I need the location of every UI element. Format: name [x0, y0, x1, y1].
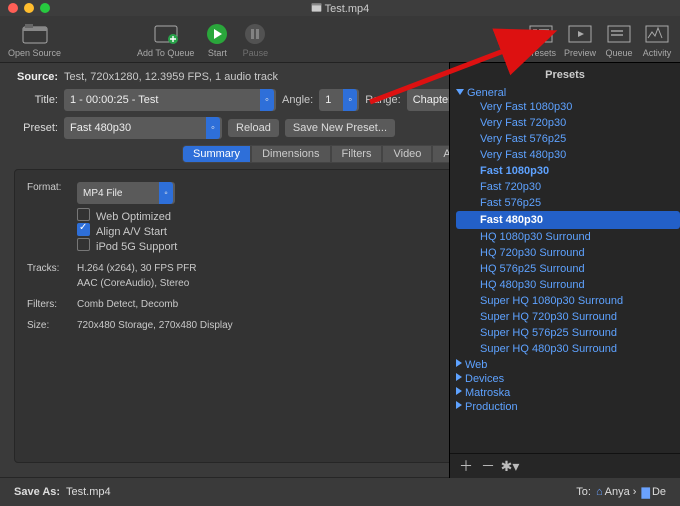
- saveas-label: Save As:: [14, 486, 66, 498]
- preset-group-web[interactable]: Web: [456, 359, 680, 371]
- preset-item[interactable]: Very Fast 1080p30: [456, 99, 680, 115]
- tab-summary[interactable]: Summary: [182, 145, 251, 163]
- pause-button[interactable]: Pause: [240, 21, 270, 58]
- preset-item[interactable]: HQ 576p25 Surround: [456, 261, 680, 277]
- angle-select[interactable]: 1◦: [319, 89, 359, 111]
- preset-group-production[interactable]: Production: [456, 401, 680, 413]
- size-value: 720x480 Storage, 270x480 Display: [77, 320, 233, 331]
- preset-item[interactable]: Super HQ 1080p30 Surround: [456, 293, 680, 309]
- preset-item[interactable]: Very Fast 576p25: [456, 131, 680, 147]
- chevron-updown-icon: ◦: [260, 89, 274, 111]
- add-to-queue-button[interactable]: Add To Queue: [137, 21, 194, 58]
- saveas-value[interactable]: Test.mp4: [66, 486, 111, 498]
- preview-button[interactable]: Preview: [564, 21, 596, 58]
- folder-icon: ▇: [641, 486, 649, 499]
- reload-button[interactable]: Reload: [228, 119, 279, 137]
- preset-group-general[interactable]: General: [456, 87, 680, 99]
- preset-select[interactable]: Fast 480p30◦: [64, 117, 222, 139]
- filters-value: Comb Detect, Decomb: [77, 299, 178, 310]
- traffic-lights: [8, 3, 50, 13]
- preset-item[interactable]: HQ 480p30 Surround: [456, 277, 680, 293]
- home-icon: ⌂: [596, 486, 603, 498]
- tracks-value: H.264 (x264), 30 FPS PFR: [77, 263, 197, 274]
- to-folder[interactable]: De: [652, 486, 666, 498]
- titlebar: Test.mp4: [0, 0, 680, 16]
- angle-label: Angle:: [282, 94, 313, 106]
- presets-panel: Presets GeneralVery Fast 1080p30Very Fas…: [449, 62, 680, 478]
- preset-item[interactable]: Fast 576p25: [456, 195, 680, 211]
- preset-item[interactable]: Fast 720p30: [456, 179, 680, 195]
- minimize-icon[interactable]: [24, 3, 34, 13]
- bottom-bar: Save As: Test.mp4 To: ⌂ Anya › ▇ De: [0, 477, 680, 506]
- window-title: Test.mp4: [325, 3, 370, 15]
- preset-item[interactable]: Fast 480p30: [456, 211, 680, 229]
- preset-gear-button[interactable]: ✱▾: [500, 457, 520, 475]
- preset-item[interactable]: Fast 1080p30: [456, 163, 680, 179]
- presets-button[interactable]: Presets: [525, 21, 556, 58]
- preset-add-button[interactable]: ＋: [456, 457, 476, 475]
- tab-filters[interactable]: Filters: [331, 145, 383, 163]
- zoom-icon[interactable]: [40, 3, 50, 13]
- tab-video[interactable]: Video: [382, 145, 432, 163]
- range-label: Range:: [365, 94, 400, 106]
- preset-item[interactable]: Super HQ 720p30 Surround: [456, 309, 680, 325]
- to-label: To:: [576, 486, 591, 498]
- preset-item[interactable]: HQ 1080p30 Surround: [456, 229, 680, 245]
- queue-button[interactable]: Queue: [604, 21, 634, 58]
- preset-group-matroska[interactable]: Matroska: [456, 387, 680, 399]
- chevron-updown-icon: ◦: [206, 117, 220, 139]
- start-button[interactable]: Start: [202, 21, 232, 58]
- toolbar: Open Source Add To Queue Start Pause Pre…: [0, 16, 680, 63]
- format-select[interactable]: MP4 File◦: [77, 182, 175, 204]
- title-select[interactable]: 1 - 00:00:25 - Test◦: [64, 89, 276, 111]
- save-new-preset-button[interactable]: Save New Preset...: [285, 119, 395, 137]
- tracks-value2: AAC (CoreAudio), Stereo: [77, 278, 189, 289]
- preset-group-devices[interactable]: Devices: [456, 373, 680, 385]
- preset-item[interactable]: Super HQ 480p30 Surround: [456, 341, 680, 357]
- tab-dimensions[interactable]: Dimensions: [251, 145, 330, 163]
- source-label: Source:: [14, 71, 58, 83]
- presets-title: Presets: [450, 63, 680, 85]
- close-icon[interactable]: [8, 3, 18, 13]
- activity-button[interactable]: Activity: [642, 21, 672, 58]
- preset-item[interactable]: HQ 720p30 Surround: [456, 245, 680, 261]
- title-label: Title:: [14, 94, 58, 106]
- open-source-button[interactable]: Open Source: [8, 21, 61, 58]
- chevron-updown-icon: ◦: [343, 89, 357, 111]
- preset-remove-button[interactable]: －: [478, 457, 498, 475]
- preset-item[interactable]: Very Fast 720p30: [456, 115, 680, 131]
- presets-list[interactable]: GeneralVery Fast 1080p30Very Fast 720p30…: [450, 85, 680, 453]
- preset-item[interactable]: Very Fast 480p30: [456, 147, 680, 163]
- movie-icon: [311, 2, 322, 13]
- preset-item[interactable]: Super HQ 576p25 Surround: [456, 325, 680, 341]
- to-user[interactable]: Anya: [605, 486, 630, 498]
- preset-label: Preset:: [14, 122, 58, 134]
- source-value: Test, 720x1280, 12.3959 FPS, 1 audio tra…: [64, 71, 278, 83]
